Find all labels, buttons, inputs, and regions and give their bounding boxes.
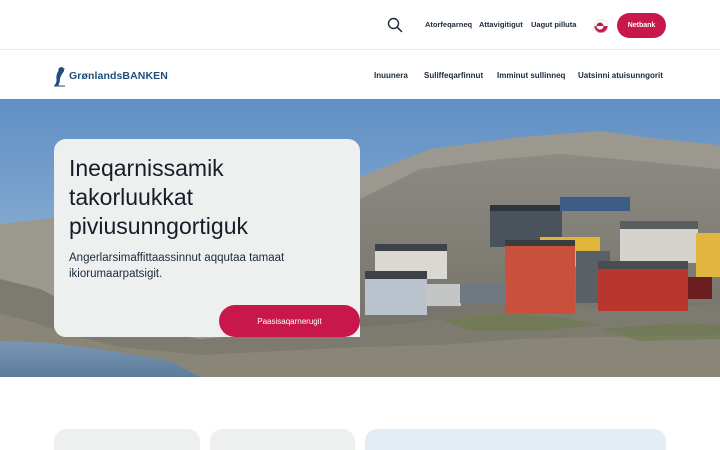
main-navigation: GrønlandsBANKEN Inuunera Suliffeqarfinnu… <box>0 51 720 99</box>
hero-card-tab <box>54 299 214 337</box>
search-icon[interactable] <box>387 17 403 33</box>
top-link-uagut-pilluta[interactable]: Uagut pilluta <box>531 20 576 29</box>
hero-subtitle: Angerlarsimaffittaassinnut aqqutaa tamaa… <box>69 252 285 280</box>
logo-text: GrønlandsBANKEN <box>69 70 168 82</box>
nav-item-imminut-sullinneq[interactable]: Imminut sullinneq <box>497 71 565 80</box>
nav-item-uatsinni-atuisunngorit[interactable]: Uatsinni atuisunngorit <box>578 71 663 80</box>
greenland-flag-icon[interactable] <box>594 19 608 33</box>
netbank-button[interactable]: Netbank <box>617 13 666 38</box>
logo[interactable]: GrønlandsBANKEN <box>53 65 168 87</box>
top-link-atorfeqarneq[interactable]: Atorfeqarneq <box>425 20 472 29</box>
hero-cta-button[interactable]: Paasisaqarnerugit <box>219 305 360 337</box>
logo-text-part1: Grønlands <box>69 70 123 82</box>
feature-card-3[interactable] <box>365 429 666 450</box>
nav-item-suliffeqarfinnut[interactable]: Suliffeqarfinnut <box>424 71 483 80</box>
nav-item-inuunera[interactable]: Inuunera <box>374 71 408 80</box>
hero-title: Ineqarnissamik takorluukkat piviusunngor… <box>69 155 249 239</box>
logo-bird-icon <box>54 67 66 87</box>
logo-text-part2: BANKEN <box>122 70 168 82</box>
feature-card-1[interactable] <box>54 429 200 450</box>
feature-card-2[interactable] <box>210 429 355 450</box>
top-utility-bar: Atorfeqarneq Attavigitigut Uagut pilluta… <box>0 0 720 50</box>
hero-section: Ineqarnissamik takorluukkat piviusunngor… <box>0 99 720 377</box>
top-link-attavigitigut[interactable]: Attavigitigut <box>479 20 523 29</box>
